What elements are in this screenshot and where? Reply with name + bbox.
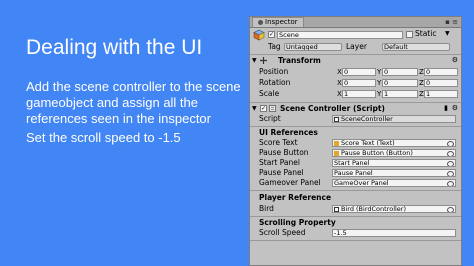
tag-dropdown[interactable]: Untagged — [284, 43, 342, 51]
gameobject-cube-icon — [253, 29, 265, 41]
object-picker-icon[interactable] — [447, 141, 454, 146]
inspector-tab-label: Inspector — [265, 18, 298, 26]
scale-y-input[interactable]: 1 — [382, 90, 418, 98]
object-picker-icon[interactable] — [447, 207, 454, 212]
inspector-tab[interactable]: Inspector — [252, 17, 304, 27]
object-picker-icon[interactable] — [447, 181, 454, 186]
position-y-input[interactable]: 0 — [382, 68, 418, 76]
rotation-label: Rotation — [259, 78, 291, 87]
axis-y-label: Y — [377, 90, 382, 98]
layer-dropdown[interactable]: Default — [382, 43, 450, 51]
pause-button-field[interactable]: Pause Button (Button) — [332, 149, 456, 157]
divider — [250, 190, 461, 191]
fold-arrow-icon[interactable]: ▼ — [252, 103, 257, 114]
bird-label: Bird — [259, 204, 274, 213]
pause-panel-value: Pause Panel — [334, 169, 373, 177]
pause-panel-field[interactable]: Pause Panel — [332, 169, 456, 177]
script-label: Script — [259, 114, 281, 123]
position-x-input[interactable]: 0 — [342, 68, 376, 76]
help-book-icon[interactable]: ▮ — [444, 103, 448, 114]
position-label: Position — [259, 67, 289, 76]
component-enabled-checkbox[interactable]: ✓ — [260, 105, 267, 112]
gameover-panel-value: GameOver Panel — [334, 179, 389, 187]
scale-label: Scale — [259, 89, 280, 98]
divider — [250, 240, 461, 241]
bird-value: Bird (BirdController) — [341, 205, 407, 213]
scale-x-input[interactable]: 1 — [342, 90, 376, 98]
slide-title: Dealing with the UI — [26, 36, 203, 59]
tag-label: Tag — [268, 42, 281, 51]
transform-icon — [260, 57, 267, 64]
script-file-icon — [334, 206, 339, 212]
active-checkbox[interactable]: ✓ — [268, 31, 275, 38]
info-icon — [258, 19, 263, 25]
instruction-paragraph: Add the scene controller to the scene ga… — [26, 79, 241, 126]
divider — [250, 126, 461, 127]
object-name-input[interactable]: Scene — [277, 31, 403, 39]
component-title: Scene Controller (Script) — [280, 104, 385, 113]
panel-menu-icon[interactable]: ▪ ≡ — [445, 17, 458, 27]
transform-title: Transform — [278, 56, 321, 65]
pause-button-value: Pause Button (Button) — [341, 149, 413, 157]
axis-y-label: Y — [377, 79, 382, 87]
fold-arrow-icon[interactable]: ▼ — [252, 55, 257, 66]
scale-z-input[interactable]: 1 — [424, 90, 458, 98]
static-label: Static — [415, 29, 437, 38]
script-file-icon — [334, 116, 339, 122]
divider — [250, 216, 461, 217]
bird-field[interactable]: Bird (BirdController) — [332, 205, 456, 213]
start-panel-field[interactable]: Start Panel — [332, 159, 456, 167]
static-checkbox[interactable] — [406, 31, 413, 38]
score-text-field[interactable]: Score Text (Text) — [332, 139, 456, 147]
script-field[interactable]: SceneController — [332, 115, 456, 123]
layer-label: Layer — [346, 42, 367, 51]
script-value: SceneController — [341, 115, 393, 123]
static-dropdown-icon[interactable]: ▼ — [445, 29, 450, 39]
gameover-panel-label: Gameover Panel — [259, 178, 321, 187]
gear-icon[interactable]: ⚙ — [452, 103, 458, 114]
rotation-z-input[interactable]: 0 — [424, 79, 458, 87]
transform-header[interactable]: ▼ Transform ⚙ — [250, 54, 461, 66]
axis-y-label: Y — [377, 68, 382, 76]
inspector-tabbar: Inspector ▪ ≡ — [250, 17, 461, 28]
scroll-speed-instruction: Set the scroll speed to -1.5 — [26, 130, 181, 145]
scroll-speed-label: Scroll Speed — [259, 228, 306, 237]
script-icon — [269, 105, 276, 112]
rotation-x-input[interactable]: 0 — [342, 79, 376, 87]
gear-icon[interactable]: ⚙ — [452, 55, 458, 66]
pause-button-label: Pause Button — [259, 148, 309, 157]
object-picker-icon[interactable] — [447, 161, 454, 166]
gameover-panel-field[interactable]: GameOver Panel — [332, 179, 456, 187]
pause-panel-label: Pause Panel — [259, 168, 304, 177]
scroll-speed-input[interactable]: -1.5 — [332, 229, 456, 237]
position-z-input[interactable]: 0 — [424, 68, 458, 76]
text-component-icon — [334, 140, 339, 146]
start-panel-value: Start Panel — [334, 159, 370, 167]
rotation-y-input[interactable]: 0 — [382, 79, 418, 87]
scene-controller-header[interactable]: ▼ ✓ Scene Controller (Script) ▮ ⚙ — [250, 102, 461, 114]
player-reference-header: Player Reference — [259, 193, 332, 202]
object-picker-icon[interactable] — [447, 151, 454, 156]
inspector-panel: Inspector ▪ ≡ ✓ Scene Static ▼ Tag Untag… — [249, 16, 462, 266]
score-text-value: Score Text (Text) — [341, 139, 395, 147]
ui-references-header: UI References — [259, 128, 318, 137]
start-panel-label: Start Panel — [259, 158, 300, 167]
button-component-icon — [334, 150, 339, 156]
score-text-label: Score Text — [259, 138, 298, 147]
scrolling-property-header: Scrolling Property — [259, 218, 336, 227]
object-picker-icon[interactable] — [447, 171, 454, 176]
